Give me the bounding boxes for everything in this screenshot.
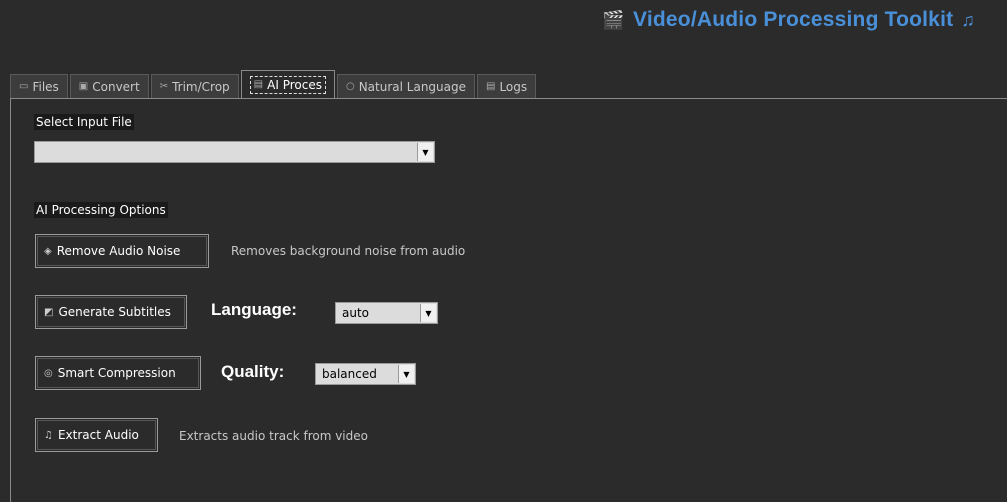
tab-label: Convert: [92, 79, 140, 94]
tab-trim-crop[interactable]: ✂ Trim/Crop: [150, 74, 239, 98]
tab-label: AI Proces: [267, 77, 322, 92]
language-label: Language:: [211, 300, 297, 319]
input-file-label: Select Input File: [34, 114, 134, 130]
clapperboard-icon: 🎬: [602, 9, 626, 30]
quality-value: balanced: [322, 367, 377, 381]
music-note-icon: ♫: [961, 9, 975, 30]
speech-icon: ○: [345, 81, 355, 92]
ai-icon: ▤: [253, 79, 264, 90]
chevron-down-icon[interactable]: ▼: [398, 365, 414, 383]
tab-focus-outline: ▤ AI Proces: [249, 75, 326, 94]
chevron-down-icon[interactable]: ▼: [417, 143, 433, 161]
button-label: Generate Subtitles: [58, 305, 171, 319]
language-value: auto: [342, 306, 370, 320]
chevron-down-icon[interactable]: ▼: [420, 304, 436, 322]
extract-audio-description: Extracts audio track from video: [179, 429, 368, 443]
extract-audio-button[interactable]: ♫ Extract Audio: [35, 418, 158, 452]
subtitles-icon: ◩: [44, 306, 54, 318]
tab-label: Natural Language: [358, 79, 466, 94]
music-note-icon: ♫: [44, 429, 53, 441]
noise-icon: ◈: [44, 245, 52, 257]
options-header: AI Processing Options: [34, 202, 168, 218]
app-title: 🎬 Video/Audio Processing Toolkit ♫: [602, 8, 975, 32]
tab-convert[interactable]: ▣ Convert: [69, 74, 149, 98]
generate-subtitles-button[interactable]: ◩ Generate Subtitles: [35, 295, 187, 329]
quality-select[interactable]: balanced ▼: [315, 363, 416, 385]
scissors-icon: ✂: [159, 81, 169, 92]
compression-icon: ◎: [44, 367, 53, 379]
tab-files[interactable]: ▭ Files: [10, 74, 68, 98]
convert-icon: ▣: [78, 81, 89, 92]
tab-logs[interactable]: ▤ Logs: [477, 74, 537, 98]
tab-natural-language[interactable]: ○ Natural Language: [336, 74, 475, 98]
language-select[interactable]: auto ▼: [335, 302, 438, 324]
tab-ai-process[interactable]: ▤ AI Proces: [240, 70, 335, 98]
tab-label: Logs: [499, 79, 528, 94]
tab-bar: ▭ Files ▣ Convert ✂ Trim/Crop ▤ AI Proce…: [10, 70, 1007, 98]
input-file-select[interactable]: ▼: [34, 141, 435, 163]
quality-label: Quality:: [221, 362, 285, 381]
smart-compression-button[interactable]: ◎ Smart Compression: [35, 356, 201, 390]
remove-audio-noise-button[interactable]: ◈ Remove Audio Noise: [35, 234, 209, 268]
tab-label: Trim/Crop: [172, 79, 230, 94]
button-label: Extract Audio: [57, 428, 139, 442]
tab-label: Files: [32, 79, 59, 94]
button-label: Remove Audio Noise: [56, 244, 181, 258]
folder-icon: ▭: [19, 81, 29, 92]
document-icon: ▤: [486, 81, 496, 92]
remove-noise-description: Removes background noise from audio: [231, 244, 466, 258]
button-label: Smart Compression: [57, 366, 176, 380]
app-title-text: Video/Audio Processing Toolkit: [633, 8, 954, 31]
